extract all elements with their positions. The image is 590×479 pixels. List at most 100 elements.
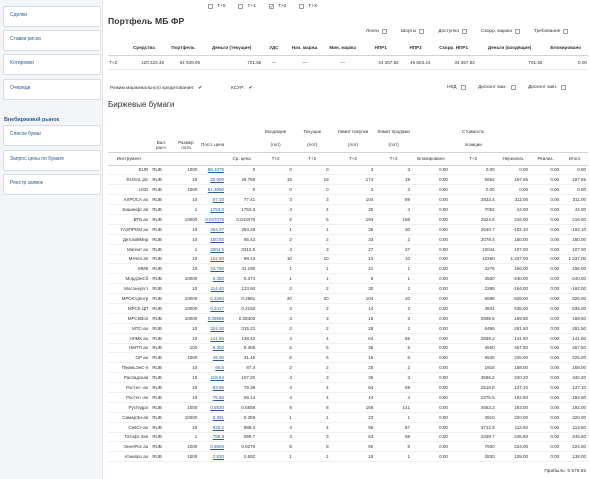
cell-last-price[interactable]: 0.5520 (199, 402, 227, 413)
cell-last-price[interactable]: 9.300 (199, 343, 227, 354)
checkbox-box[interactable] (299, 4, 305, 9)
column-header-blocked[interactable]: Блокировано (411, 152, 450, 166)
table-row[interactable]: Ростел -ао RUB 10 83.96 79.38 4 4 64 69 0.00 2518.… (108, 382, 588, 393)
checkbox-t2[interactable]: T+2 (268, 4, 299, 9)
sidebar-item-price-request[interactable]: Запрос цены по бумаге (3, 150, 101, 171)
table-row[interactable]: СевСт-ао RUB 10 926.2 888.3 4 4 95 87 0.00 3712.8 1… (108, 422, 588, 433)
column-header: T+2 (375, 152, 412, 166)
cell-last-price[interactable]: 2.830 (199, 451, 227, 463)
cell-last-price[interactable]: 789.9 (199, 432, 227, 443)
table-row[interactable]: Мечел ап RUB 10 102.50 89.13 10 10 13 10 0.00 1025… (108, 254, 588, 265)
cell-last-price[interactable]: 114.40 (199, 283, 227, 295)
table-row[interactable]: ЭнелРос ао RUB 1000 0.9500 0.9279 8 8 90 8 0.00 76… (108, 441, 588, 453)
table-row[interactable]: ДетскийМир RUB 10 100.92 95.42 2 2 33 2 0.00 2078.… (108, 234, 588, 245)
column-header-instrument[interactable]: Инструмент (108, 152, 151, 166)
table-row[interactable]: МРСК ЦП RUB 10000 0.2417 0.2150 2 2 14 2 0.00 4834… (108, 303, 588, 314)
cell-last-price[interactable]: 83.96 (199, 382, 227, 393)
cell-current-lots: 20 (293, 293, 331, 304)
table-row[interactable]: АЛРОСА ао RUB 10 87.10 77.41 3 3 104 89 0.00 2833.… (108, 194, 588, 206)
column-header-total[interactable]: Итого (561, 152, 588, 166)
column-header-realized[interactable]: Реализ. (530, 152, 562, 166)
sidebar-item-securities-list[interactable]: Список бумаг (3, 125, 101, 146)
filter-shorts[interactable]: Шорты (401, 29, 438, 34)
cell-last-price[interactable]: 926.2 (199, 422, 227, 433)
checkbox-box[interactable] (268, 4, 274, 9)
table-row[interactable]: ПермьЭнС-п RUB 10 95.6 87.4 2 2 25 2 0.00 1916 168.… (108, 362, 588, 374)
column-header-avg-price[interactable]: Ср. цена (226, 152, 258, 166)
filter-longs[interactable]: Лонги (366, 29, 401, 34)
filter-adjusted-margin[interactable]: Скорр. маржа (481, 29, 534, 34)
checkbox-tx[interactable]: T+X (299, 4, 330, 9)
nkd-toggle[interactable]: НКД (447, 85, 470, 90)
table-row[interactable]: ОР ао RUB 1000 45.00 41.45 6 6 15 6 0.00 6540 225.0… (108, 352, 588, 364)
discount-min-toggle[interactable]: Дисконт мин. (528, 85, 570, 90)
cell-last-price[interactable]: 81.3050 (199, 184, 227, 196)
sidebar-item-deals[interactable]: Сделки (3, 6, 101, 27)
table-row[interactable]: ГАЗПРОМ ао RUB 10 254.37 254.28 1 1 36 30 0.00 254… (108, 224, 588, 235)
cell-last-price[interactable]: 88.1075 (199, 165, 227, 176)
table-row[interactable]: USD RUB 1000 81.3050 0 0 0 3 3 0.00 0.00 0.00 0.00 0.… (108, 184, 588, 196)
filter-available[interactable]: Доступно (438, 29, 481, 34)
table-row[interactable]: EUR RUB 1000 88.1075 0 0 0 3 3 0.00 0.00 0.00 0.00 0.… (108, 165, 588, 176)
cell-last-price[interactable]: 118.54 (199, 372, 227, 384)
sidebar-item-quotes[interactable]: Котировки (3, 54, 101, 75)
checkbox-box[interactable] (563, 29, 569, 34)
cell-last-price[interactable]: 102.50 (199, 254, 227, 265)
cell-last-price[interactable]: 87.10 (199, 194, 227, 206)
cell-last-price[interactable]: 0.3294 (199, 293, 227, 304)
checkbox-box[interactable] (381, 29, 387, 34)
cell-last-price[interactable]: 0.350 (199, 273, 227, 285)
cell-last-price[interactable]: 324.30 (199, 323, 227, 334)
cell-last-price[interactable]: 0.391 (199, 412, 227, 423)
discount-max-toggle[interactable]: Дисконт мах. (478, 85, 520, 90)
checkbox-t0[interactable]: T+0 (208, 4, 238, 9)
cell-avg-price: 0.374 (226, 273, 258, 285)
cell-last-price[interactable]: 75.85 (199, 392, 227, 403)
table-row[interactable]: НМТП ао RUB 100 9.300 8.385 5 5 36 5 0.00 4650 457.… (108, 343, 588, 354)
table-row[interactable]: МРСКВол RUB 10000 0.08995 0.08300 3 3 19 3 0.00 26… (108, 313, 588, 324)
table-row[interactable]: Юнипро ао RUB 1000 2.830 2.692 1 1 18 1 0.00 2830 1… (108, 451, 588, 463)
checkbox-box[interactable] (511, 85, 517, 90)
cell-last-price[interactable]: 0.08995 (199, 313, 227, 324)
cell-last-price[interactable]: 0.9500 (199, 441, 227, 453)
table-row[interactable]: ВТБ ао RUB 10000 0.047075 0.043475 6 6 194 168 0.… (108, 214, 588, 225)
table-row[interactable]: СамарЭн-ап RUB 10000 0.391 0.359 1 1 23 1 0.00 391… (108, 412, 588, 423)
table-row[interactable]: Ростел -ап RUB 10 75.85 69.14 4 4 44 4 0.00 2275.5… (108, 392, 588, 403)
checkbox-box[interactable] (514, 29, 520, 34)
checkbox-box[interactable] (561, 85, 567, 90)
sidebar-item-queues[interactable]: Очереди (3, 79, 101, 100)
checkbox-t1[interactable]: T+1 (238, 4, 268, 9)
table-row[interactable]: РусГидро RUB 1000 0.5520 0.5559 8 8 156 141 0.00 4… (108, 402, 588, 413)
sidebar-item-order-registry[interactable]: Реестр заявок (3, 174, 101, 195)
cell-last-price[interactable]: 42.750 (199, 263, 227, 275)
table-row[interactable]: Мосэнергст RUB 10 114.40 123.60 2 2 30 2 0.00 2288… (108, 283, 588, 295)
cell-last-price[interactable]: 0.047075 (199, 214, 227, 225)
cell-last-price[interactable]: 141.96 (199, 333, 227, 344)
checkbox-box[interactable] (460, 85, 466, 90)
filter-requirement[interactable]: Требование (534, 29, 569, 34)
cell-last-price[interactable]: 30.600 (199, 174, 227, 186)
checkbox-box[interactable] (238, 4, 244, 9)
table-row[interactable]: МордЭнСб RUB 10000 0.350 0.374 1 1 9 1 0.00 3500 -2… (108, 273, 588, 285)
cell-last-price[interactable]: 0.2417 (199, 303, 227, 314)
table-row[interactable]: Башинфт ап RUB 1 1753.0 1752.0 4 4 30 4 0.00 7052 4… (108, 204, 588, 215)
table-row[interactable]: Татнфт 3ап RUB 1 789.9 699.7 3 3 63 59 0.00 2339.7… (108, 432, 588, 443)
cell-last-price[interactable]: 45.00 (199, 352, 227, 364)
cell-last-price[interactable]: 3304.5 (199, 244, 227, 255)
table-row[interactable]: НЛМК ао RUB 10 141.96 138.42 4 4 64 55 0.00 2839.2… (108, 333, 588, 344)
checkbox-box[interactable] (419, 29, 425, 34)
checkbox-box[interactable] (462, 29, 468, 34)
table-row[interactable]: RUSAL plc RUB 10 30.600 29.758 19 19 174 19 0.00 5… (108, 174, 588, 186)
table-row[interactable]: МТС-ао RUB 10 324.30 315.22 2 2 28 2 0.00 6486 281.… (108, 323, 588, 334)
sidebar-item-risk-rates[interactable]: Ставки риска (3, 30, 101, 51)
table-row[interactable]: ММК RUB 10 42.750 41.190 1 1 21 1 0.00 4275 156.00 0… (108, 263, 588, 275)
table-row[interactable]: МРСК Центр RUB 10000 0.3294 0.2881 20 20 104 20 0… (108, 293, 588, 304)
cell-last-price[interactable]: 1753.0 (199, 204, 227, 215)
table-row[interactable]: Магнит ао RUB 1 3304.5 3312.5 3 3 27 27 0.00 10044… (108, 244, 588, 255)
column-header-unrealized[interactable]: Нереализ. (496, 152, 531, 166)
cell-last-price[interactable]: 100.92 (199, 234, 227, 245)
cell-last-price[interactable]: 254.37 (199, 224, 227, 235)
table-row[interactable]: Распадская RUB 10 118.54 107.20 3 3 36 3 0.00 3556… (108, 372, 588, 384)
cell-last-price[interactable]: 95.6 (199, 362, 227, 374)
checkbox-box[interactable] (208, 4, 213, 9)
